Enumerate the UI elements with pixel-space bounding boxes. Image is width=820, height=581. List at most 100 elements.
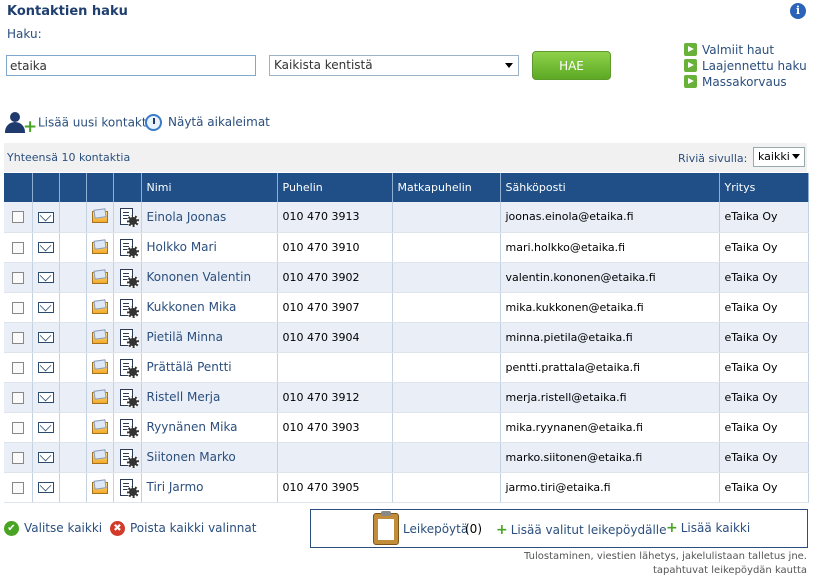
table-cell [32, 352, 60, 383]
letter-icon[interactable] [91, 211, 108, 224]
mail-icon[interactable] [37, 272, 54, 283]
mail-icon[interactable] [37, 392, 54, 403]
table-cell: mari.holkko@etaika.fi [500, 232, 720, 263]
contact-name[interactable]: Einola Joonas [147, 210, 227, 224]
document-gear-icon[interactable] [119, 298, 139, 318]
table-cell [4, 232, 33, 263]
saved-searches-label: Valmiit haut [702, 43, 775, 57]
letter-icon[interactable] [91, 241, 108, 254]
info-icon[interactable]: i [790, 3, 806, 19]
letter-icon[interactable] [91, 301, 108, 314]
document-gear-icon[interactable] [119, 358, 139, 378]
contact-name[interactable]: Ryynänen Mika [147, 420, 238, 434]
add-all-to-clipboard-button[interactable]: + Lisää kaikki [666, 520, 750, 536]
row-checkbox[interactable] [11, 271, 24, 284]
letter-icon[interactable] [91, 331, 108, 344]
letter-icon[interactable] [91, 391, 108, 404]
letter-icon[interactable] [91, 271, 108, 284]
table-cell: jarmo.tiri@etaika.fi [500, 472, 720, 503]
header-mobile[interactable]: Matkapuhelin [392, 173, 501, 202]
table-cell: pentti.prattala@etaika.fi [500, 352, 720, 383]
row-checkbox[interactable] [11, 481, 24, 494]
mail-icon[interactable] [37, 452, 54, 463]
clipboard-icon[interactable] [373, 511, 399, 545]
table-row[interactable]: Einola Joonas 010 470 3913 joonas.einola@e… [4, 202, 809, 233]
table-cell: Ristell Merja [141, 382, 278, 413]
contact-name[interactable]: Holkko Mari [147, 240, 217, 254]
document-gear-icon[interactable] [119, 328, 139, 348]
contact-name[interactable]: Siitonen Marko [147, 450, 236, 464]
table-row[interactable]: Holkko Mari 010 470 3910 mari.holkko@etaik… [4, 232, 809, 263]
add-user-icon: + [4, 112, 37, 136]
document-gear-icon[interactable] [119, 388, 139, 408]
document-gear-icon[interactable] [119, 238, 139, 258]
field-select[interactable]: Kaikista kentistä [269, 55, 519, 76]
mail-icon[interactable] [37, 482, 54, 493]
table-cell: eTaika Oy [719, 232, 809, 263]
table-row[interactable]: Ryynänen Mika 010 470 3903 mika.ryynanen@e… [4, 412, 809, 443]
table-row[interactable]: Siitonen Marko marko.siitonen@etaika.fi eT… [4, 442, 809, 473]
table-row[interactable]: Kukkonen Mika 010 470 3907 mika.kukkonen@e… [4, 292, 809, 323]
mail-icon[interactable] [37, 362, 54, 373]
header-email-address[interactable]: Sähköposti [500, 173, 720, 202]
mail-icon[interactable] [37, 211, 54, 223]
table-row[interactable]: Tiri Jarmo 010 470 3905 jarmo.tiri@etaika.… [4, 472, 809, 503]
play-icon [684, 43, 697, 56]
contact-company: eTaika Oy [724, 270, 778, 284]
add-contact-button[interactable]: + Lisää uusi kontakti [4, 112, 150, 136]
row-checkbox[interactable] [11, 211, 24, 224]
header-name[interactable]: Nimi [141, 173, 278, 202]
table-row[interactable]: Prättälä Pentti pentti.prattala@etaika.fi… [4, 352, 809, 383]
contact-name[interactable]: Tiri Jarmo [147, 480, 204, 494]
row-checkbox[interactable] [11, 241, 24, 254]
header-phone[interactable]: Puhelin [277, 173, 393, 202]
document-gear-icon[interactable] [119, 268, 139, 288]
row-checkbox[interactable] [11, 421, 24, 434]
contact-name[interactable]: Pietilä Minna [147, 330, 223, 344]
letter-icon[interactable] [91, 451, 108, 464]
letter-icon[interactable] [91, 421, 108, 434]
saved-searches-link[interactable]: Valmiit haut [684, 43, 774, 58]
table-cell [32, 442, 60, 473]
letter-icon[interactable] [91, 361, 108, 374]
clipboard-link[interactable]: Leikepöytä [403, 522, 468, 536]
row-checkbox[interactable] [11, 301, 24, 314]
document-gear-icon[interactable] [119, 478, 139, 498]
select-all-button[interactable]: ✔ Valitse kaikki [4, 521, 102, 536]
search-input[interactable] [6, 55, 256, 76]
contact-name[interactable]: Ristell Merja [147, 390, 221, 404]
letter-icon[interactable] [91, 481, 108, 494]
contact-name[interactable]: Kononen Valentin [147, 270, 252, 284]
advanced-search-link[interactable]: Laajennettu haku [684, 59, 807, 74]
mail-icon[interactable] [37, 302, 54, 313]
rows-per-page-select[interactable]: kaikki [753, 147, 805, 167]
row-checkbox[interactable] [11, 361, 24, 374]
contact-name[interactable]: Prättälä Pentti [147, 360, 232, 374]
mail-icon[interactable] [37, 332, 54, 343]
add-selected-to-clipboard-button[interactable]: + Lisää valitut leikepöydälle [496, 522, 667, 538]
row-checkbox[interactable] [11, 391, 24, 404]
mail-icon[interactable] [37, 422, 54, 433]
table-row[interactable]: Kononen Valentin 010 470 3902 valentin.kon… [4, 262, 809, 293]
mass-replace-link[interactable]: Massakorvaus [684, 75, 787, 90]
table-row[interactable]: Pietilä Minna 010 470 3904 minna.pietila@e… [4, 322, 809, 353]
document-gear-icon[interactable] [119, 208, 139, 228]
document-gear-icon[interactable] [119, 448, 139, 468]
row-checkbox[interactable] [11, 451, 24, 464]
table-cell: 010 470 3910 [277, 232, 393, 263]
table-cell [59, 412, 87, 443]
table-cell: eTaika Oy [719, 442, 809, 473]
header-company[interactable]: Yritys [719, 173, 809, 202]
table-row[interactable]: Ristell Merja 010 470 3912 merja.ristell@e… [4, 382, 809, 413]
table-cell [86, 292, 114, 323]
document-gear-icon[interactable] [119, 418, 139, 438]
row-checkbox[interactable] [11, 331, 24, 344]
show-timestamps-button[interactable]: Näytä aikaleimat [145, 114, 270, 131]
search-button[interactable]: HAE [532, 51, 611, 80]
rows-per-page-label: Riviä sivulla: [678, 152, 748, 165]
contact-name[interactable]: Kukkonen Mika [147, 300, 237, 314]
mail-icon[interactable] [37, 242, 54, 253]
table-cell: eTaika Oy [719, 472, 809, 503]
table-cell [59, 292, 87, 323]
clear-selections-button[interactable]: ✖ Poista kaikki valinnat [110, 521, 256, 536]
